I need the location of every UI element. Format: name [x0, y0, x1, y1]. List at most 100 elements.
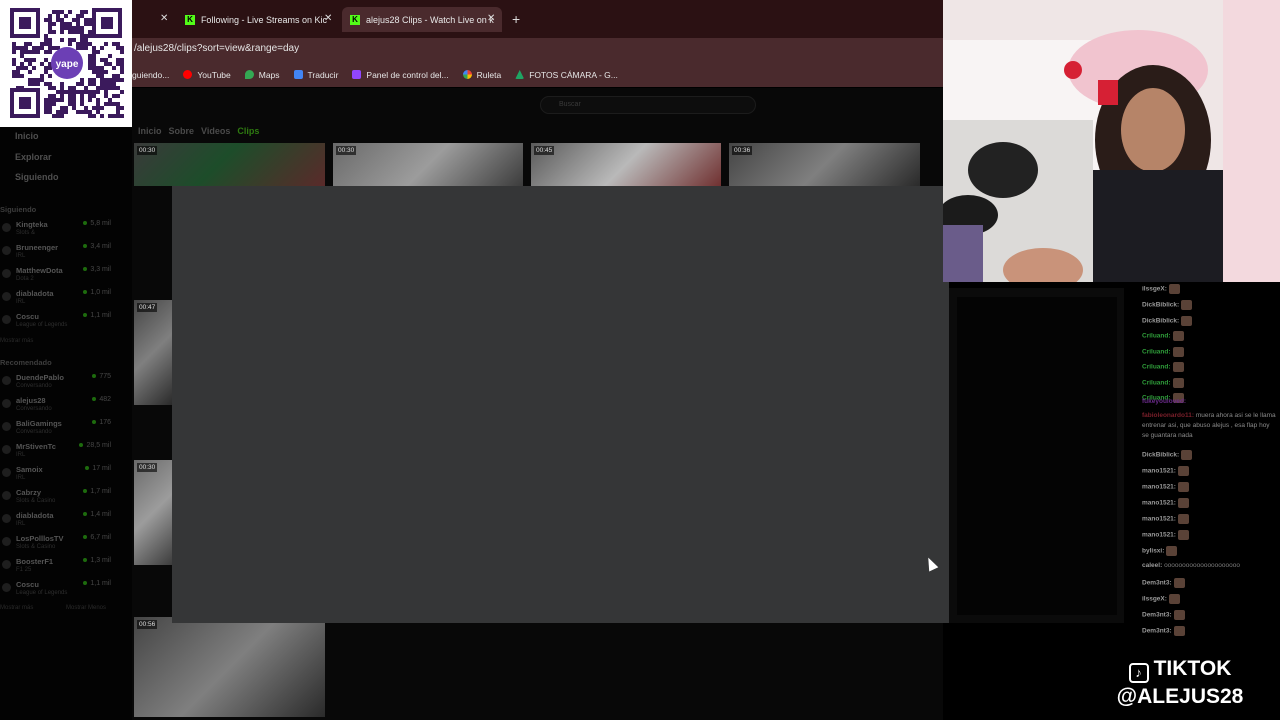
- tab-alejus28-clips[interactable]: K alejus28 Clips - Watch Live on k: [342, 7, 502, 32]
- sidebar-channel[interactable]: Coscu League of Legends 1,1 mil: [0, 312, 120, 334]
- sidebar-channel[interactable]: BoosterF1 F1 25 1,3 mil: [0, 557, 120, 579]
- chat-message: mano1521:: [1142, 466, 1189, 476]
- close-tab-icon[interactable]: ✕: [487, 13, 495, 24]
- emote-icon: [1177, 482, 1189, 492]
- sidebar-channel[interactable]: DuendePablo Conversando 775: [0, 373, 120, 395]
- sidebar-inicio[interactable]: Inicio: [15, 131, 39, 141]
- emote-icon: [1168, 594, 1180, 604]
- show-more-following[interactable]: Mostrar más: [0, 338, 33, 344]
- clip-duration: 00:30: [336, 146, 357, 155]
- chat-message: Dem3nt3:: [1142, 578, 1185, 588]
- channel-nav-tabs: Inicio Sobre Videos Clips: [138, 126, 259, 136]
- tab-videos[interactable]: Videos: [201, 126, 230, 136]
- sidebar-channel[interactable]: LosPolllosTV Slots & Casino 6,7 mil: [0, 534, 120, 556]
- emote-icon: [1172, 331, 1184, 341]
- clip-thumbnail[interactable]: 00:56: [134, 617, 325, 717]
- avatar: [2, 583, 11, 592]
- search-input[interactable]: Buscar: [540, 96, 756, 114]
- bookmark-label: YouTube: [197, 69, 231, 80]
- bookmark-label: FOTOS CÁMARA - G...: [529, 69, 618, 80]
- sidebar-channel[interactable]: MatthewDota Dota 2 3,3 mil: [0, 266, 120, 288]
- sidebar-channel[interactable]: Coscu League of Legends 1,1 mil: [0, 580, 120, 602]
- chat-username: Criluand:: [1142, 332, 1171, 340]
- bookmark-traducir[interactable]: Traducir: [293, 70, 338, 80]
- clip-thumbnail[interactable]: 00:30: [333, 143, 523, 186]
- chat-message: fabioleonardo11: muera ahora asi se le l…: [1142, 411, 1277, 441]
- channel-name: Bruneenger: [16, 243, 59, 252]
- sidebar-channel[interactable]: BaliGamings Conversando 176: [0, 419, 120, 441]
- yape-logo-text: yape: [56, 59, 79, 70]
- viewer-count: 28,5 mil: [79, 442, 111, 449]
- bookmark-label: guiendo...: [132, 69, 170, 80]
- sidebar-channel[interactable]: diabladota IRL 1,4 mil: [0, 511, 120, 533]
- channel-category: Conversando: [16, 406, 52, 412]
- twitch-icon: [352, 70, 362, 79]
- bookmark-youtube[interactable]: YouTube: [183, 69, 231, 80]
- chat-username: mano1521:: [1142, 531, 1176, 539]
- avatar: [2, 399, 11, 408]
- channel-name: MrStivenTc: [16, 442, 56, 451]
- clip-duration: 00:45: [534, 146, 555, 155]
- close-tab-icon[interactable]: ✕: [324, 13, 332, 24]
- channel-name: Coscu: [16, 312, 39, 321]
- tab-inicio[interactable]: Inicio: [138, 126, 162, 136]
- clip-thumbnail[interactable]: 00:45: [531, 143, 721, 186]
- tab-clips[interactable]: Clips: [237, 126, 259, 136]
- sidebar-channel[interactable]: Samoix IRL 17 mil: [0, 465, 120, 487]
- bookmark-panel[interactable]: Panel de control del...: [352, 70, 449, 80]
- avatar: [2, 376, 11, 385]
- watermark-line1: TIKTOK: [1153, 657, 1232, 680]
- kick-icon: K: [185, 14, 195, 25]
- viewer-count: 3,4 mil: [83, 243, 111, 250]
- channel-category: IRL: [16, 521, 26, 527]
- address-bar[interactable]: /alejus28/clips?sort=view&range=day: [132, 38, 943, 62]
- sidebar-channel[interactable]: diabladota IRL 1,0 mil: [0, 289, 120, 311]
- channel-name: LosPolllosTV: [16, 534, 64, 543]
- bookmark-ruleta[interactable]: Ruleta: [462, 70, 501, 80]
- chat-username: Dem3nt3:: [1142, 579, 1172, 587]
- close-tab-icon[interactable]: ✕: [160, 13, 168, 24]
- bookmark-siguiendo[interactable]: guiendo...: [132, 70, 169, 80]
- tab-sobre[interactable]: Sobre: [169, 126, 195, 136]
- clip-thumbnail[interactable]: 00:36: [729, 143, 920, 186]
- show-more-recommended[interactable]: Mostrar más: [0, 605, 33, 611]
- chat-message: Dem3nt3:: [1142, 626, 1185, 636]
- clip-duration: 00:36: [732, 146, 753, 155]
- new-tab-icon[interactable]: +: [512, 11, 520, 27]
- clip-thumbnail[interactable]: 00:47: [134, 300, 172, 405]
- channel-category: F1 25: [16, 567, 32, 573]
- chat-username: Criluand:: [1142, 379, 1171, 387]
- emote-icon: [1177, 498, 1189, 508]
- emote-icon: [1177, 530, 1189, 540]
- emote-icon: [1173, 610, 1185, 620]
- chat-message: fukeyouloved:: [1142, 398, 1186, 405]
- chat-username: DickBiblick:: [1142, 301, 1180, 309]
- chat-username: ilssgeX:: [1142, 285, 1167, 293]
- translate-icon: [293, 70, 303, 79]
- tab-following[interactable]: K Following - Live Streams on Kic: [177, 7, 335, 32]
- clip-thumbnail[interactable]: 00:30: [134, 460, 172, 565]
- sidebar-siguiendo[interactable]: Siguiendo: [15, 172, 59, 182]
- sidebar-channel[interactable]: MrStivenTc IRL 28,5 mil: [0, 442, 120, 464]
- emote-icon: [1172, 346, 1184, 357]
- kick-icon: K: [350, 14, 360, 25]
- channel-category: IRL: [16, 452, 26, 458]
- show-less-recommended[interactable]: Mostrar Menos: [66, 605, 106, 611]
- bookmark-maps[interactable]: Maps: [244, 70, 280, 80]
- sidebar-channel[interactable]: Bruneenger IRL 3,4 mil: [0, 243, 120, 265]
- emote-icon: [1172, 362, 1184, 372]
- clip-player-modal[interactable]: [172, 186, 949, 623]
- sidebar-explorar[interactable]: Explorar: [15, 152, 52, 162]
- sidebar-channel[interactable]: Cabrzy Slots & Casino 1,7 mil: [0, 488, 120, 510]
- sidebar-channel[interactable]: Kingteka Slots & 5,8 mil: [0, 220, 120, 242]
- chat-message: mano1521:: [1142, 498, 1189, 508]
- youtube-icon: [183, 70, 193, 79]
- chat-username: fabioleonardo11:: [1142, 412, 1195, 419]
- clip-thumbnail[interactable]: 00:30: [134, 143, 325, 186]
- sidebar-channel[interactable]: alejus28 Conversando 482: [0, 396, 120, 418]
- chat-message: Criluand:: [1142, 377, 1184, 388]
- chat-message: mano1521:: [1142, 482, 1189, 492]
- bookmark-fotos[interactable]: FOTOS CÁMARA - G...: [515, 70, 618, 80]
- chat-message: mano1521:: [1142, 530, 1189, 540]
- channel-category: IRL: [16, 475, 26, 481]
